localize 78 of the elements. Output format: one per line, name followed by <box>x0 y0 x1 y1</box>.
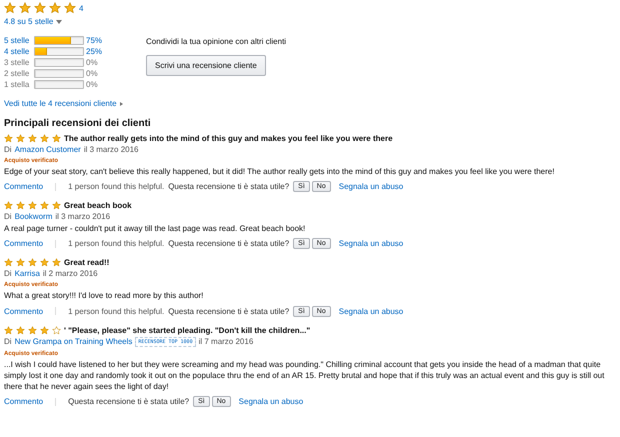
helpful-count: 1 person found this helpful. <box>68 182 164 192</box>
review-date: il 3 marzo 2016 <box>55 212 110 222</box>
helpful-question: Questa recensione ti è stata utile? <box>168 182 290 192</box>
rating-label[interactable]: 4 stelle <box>4 47 34 56</box>
star-icon <box>4 134 13 143</box>
review-text: Edge of your seat story, can't believe this really happened, but it did! The author really gets into the mind of this guy and makes you feel like you were there! <box>4 166 556 178</box>
star-icon <box>64 2 76 14</box>
star-icon <box>4 258 13 268</box>
byline-text: Di <box>4 145 12 154</box>
review-date: il 2 marzo 2016 <box>42 269 98 278</box>
review-text: What a great story!!! I'd love to read more by this author! <box>4 290 204 302</box>
star-icon <box>49 2 61 14</box>
star-icon <box>19 2 31 14</box>
report-abuse-link[interactable]: Segnala un abuso <box>338 239 404 248</box>
star-icon <box>28 258 37 268</box>
report-abuse-link[interactable]: Segnala un abuso <box>338 182 404 192</box>
byline-text: Di <box>4 337 12 346</box>
author-link[interactable]: Amazon Customer <box>14 145 81 154</box>
star-icon <box>52 201 61 210</box>
review-text: ...I wish I could have listened to her but they were screaming and my head was pounding." Chilling criminal account that gets you inside the head of a madman that quite simply lost it one day and randomly took it out on the populace thru the end of an AR 15. Pretty brutal and hope that if this truly was an actual event and this guy is still out there that he never again sees the light of day! <box>4 358 606 392</box>
rating-label: 2 stelle <box>4 69 30 78</box>
see-all-reviews-link[interactable]: Vedi tutte le 4 recensioni cliente <box>4 99 117 108</box>
rating-label[interactable]: 5 stelle <box>4 36 34 45</box>
star-icon <box>40 258 49 268</box>
helpful-count: 1 person found this helpful. <box>68 306 164 316</box>
review-date: il 3 marzo 2016 <box>84 145 139 154</box>
star-icon <box>28 134 37 143</box>
rating-percent[interactable]: 25% <box>86 47 116 56</box>
rating-percent: 0% <box>86 80 99 89</box>
byline-text: Di <box>4 212 12 222</box>
review-title: Great beach book <box>64 201 132 210</box>
review-date: il 7 marzo 2016 <box>198 337 254 346</box>
star-icon <box>4 326 13 335</box>
star-icon <box>16 134 25 143</box>
star-icon <box>4 201 13 210</box>
author-link[interactable]: New Grampa on Training Wheels <box>14 337 132 346</box>
comment-link[interactable]: Commento <box>4 306 44 316</box>
rating-label: 1 stella <box>4 80 30 89</box>
rating-percent: 0% <box>86 58 99 67</box>
caret-icon <box>120 102 123 106</box>
helpful-question: Questa recensione ti è stata utile? <box>68 397 190 406</box>
share-prompt: Condividi la tua opinione con altri clienti <box>146 37 286 46</box>
star-icon <box>34 2 46 14</box>
helpful-question: Questa recensione ti è stata utile? <box>168 306 290 316</box>
comment-link[interactable]: Commento <box>4 182 44 192</box>
star-icon <box>4 2 16 14</box>
star-icon <box>52 326 61 335</box>
byline-text: Di <box>4 269 12 278</box>
rating-label: 3 stelle <box>4 58 30 67</box>
review-count-link[interactable]: 4 <box>79 4 84 12</box>
comment-link[interactable]: Commento <box>4 239 44 248</box>
section-heading: Principali recensioni dei clienti <box>4 118 152 129</box>
star-icon <box>28 326 37 335</box>
review-text: A real page turner - couldn't put it away till the last page was read. Great beach book! <box>4 223 306 234</box>
star-icon <box>40 326 49 335</box>
star-icon <box>16 326 25 335</box>
star-icon <box>16 258 25 268</box>
author-link[interactable]: Bookworm <box>14 212 52 222</box>
review-title: Great read!! <box>64 258 110 268</box>
star-icon <box>40 201 49 210</box>
author-link[interactable]: Karrisa <box>14 269 40 278</box>
star-icon <box>28 201 37 210</box>
report-abuse-link[interactable]: Segnala un abuso <box>238 397 304 406</box>
star-icon <box>40 134 49 143</box>
review-title: ' "Please, please" she started pleading. "Don't kill the children..." <box>64 326 310 335</box>
star-icon <box>16 201 25 210</box>
star-icon <box>52 134 61 143</box>
star-icon <box>52 258 61 268</box>
comment-link[interactable]: Commento <box>4 397 44 406</box>
rating-percent[interactable]: 75% <box>86 36 116 45</box>
average-rating-link[interactable]: 4.8 su 5 stelle <box>4 17 54 26</box>
caret-icon <box>56 20 62 24</box>
review-title: The author really gets into the mind of this guy and makes you feel like you were there <box>64 134 393 143</box>
helpful-question: Questa recensione ti è stata utile? <box>168 239 290 248</box>
report-abuse-link[interactable]: Segnala un abuso <box>338 306 404 316</box>
rating-percent: 0% <box>86 69 99 78</box>
write-review-button[interactable]: Scrivi una recensione cliente <box>146 55 266 76</box>
helpful-count: 1 person found this helpful. <box>68 239 164 248</box>
